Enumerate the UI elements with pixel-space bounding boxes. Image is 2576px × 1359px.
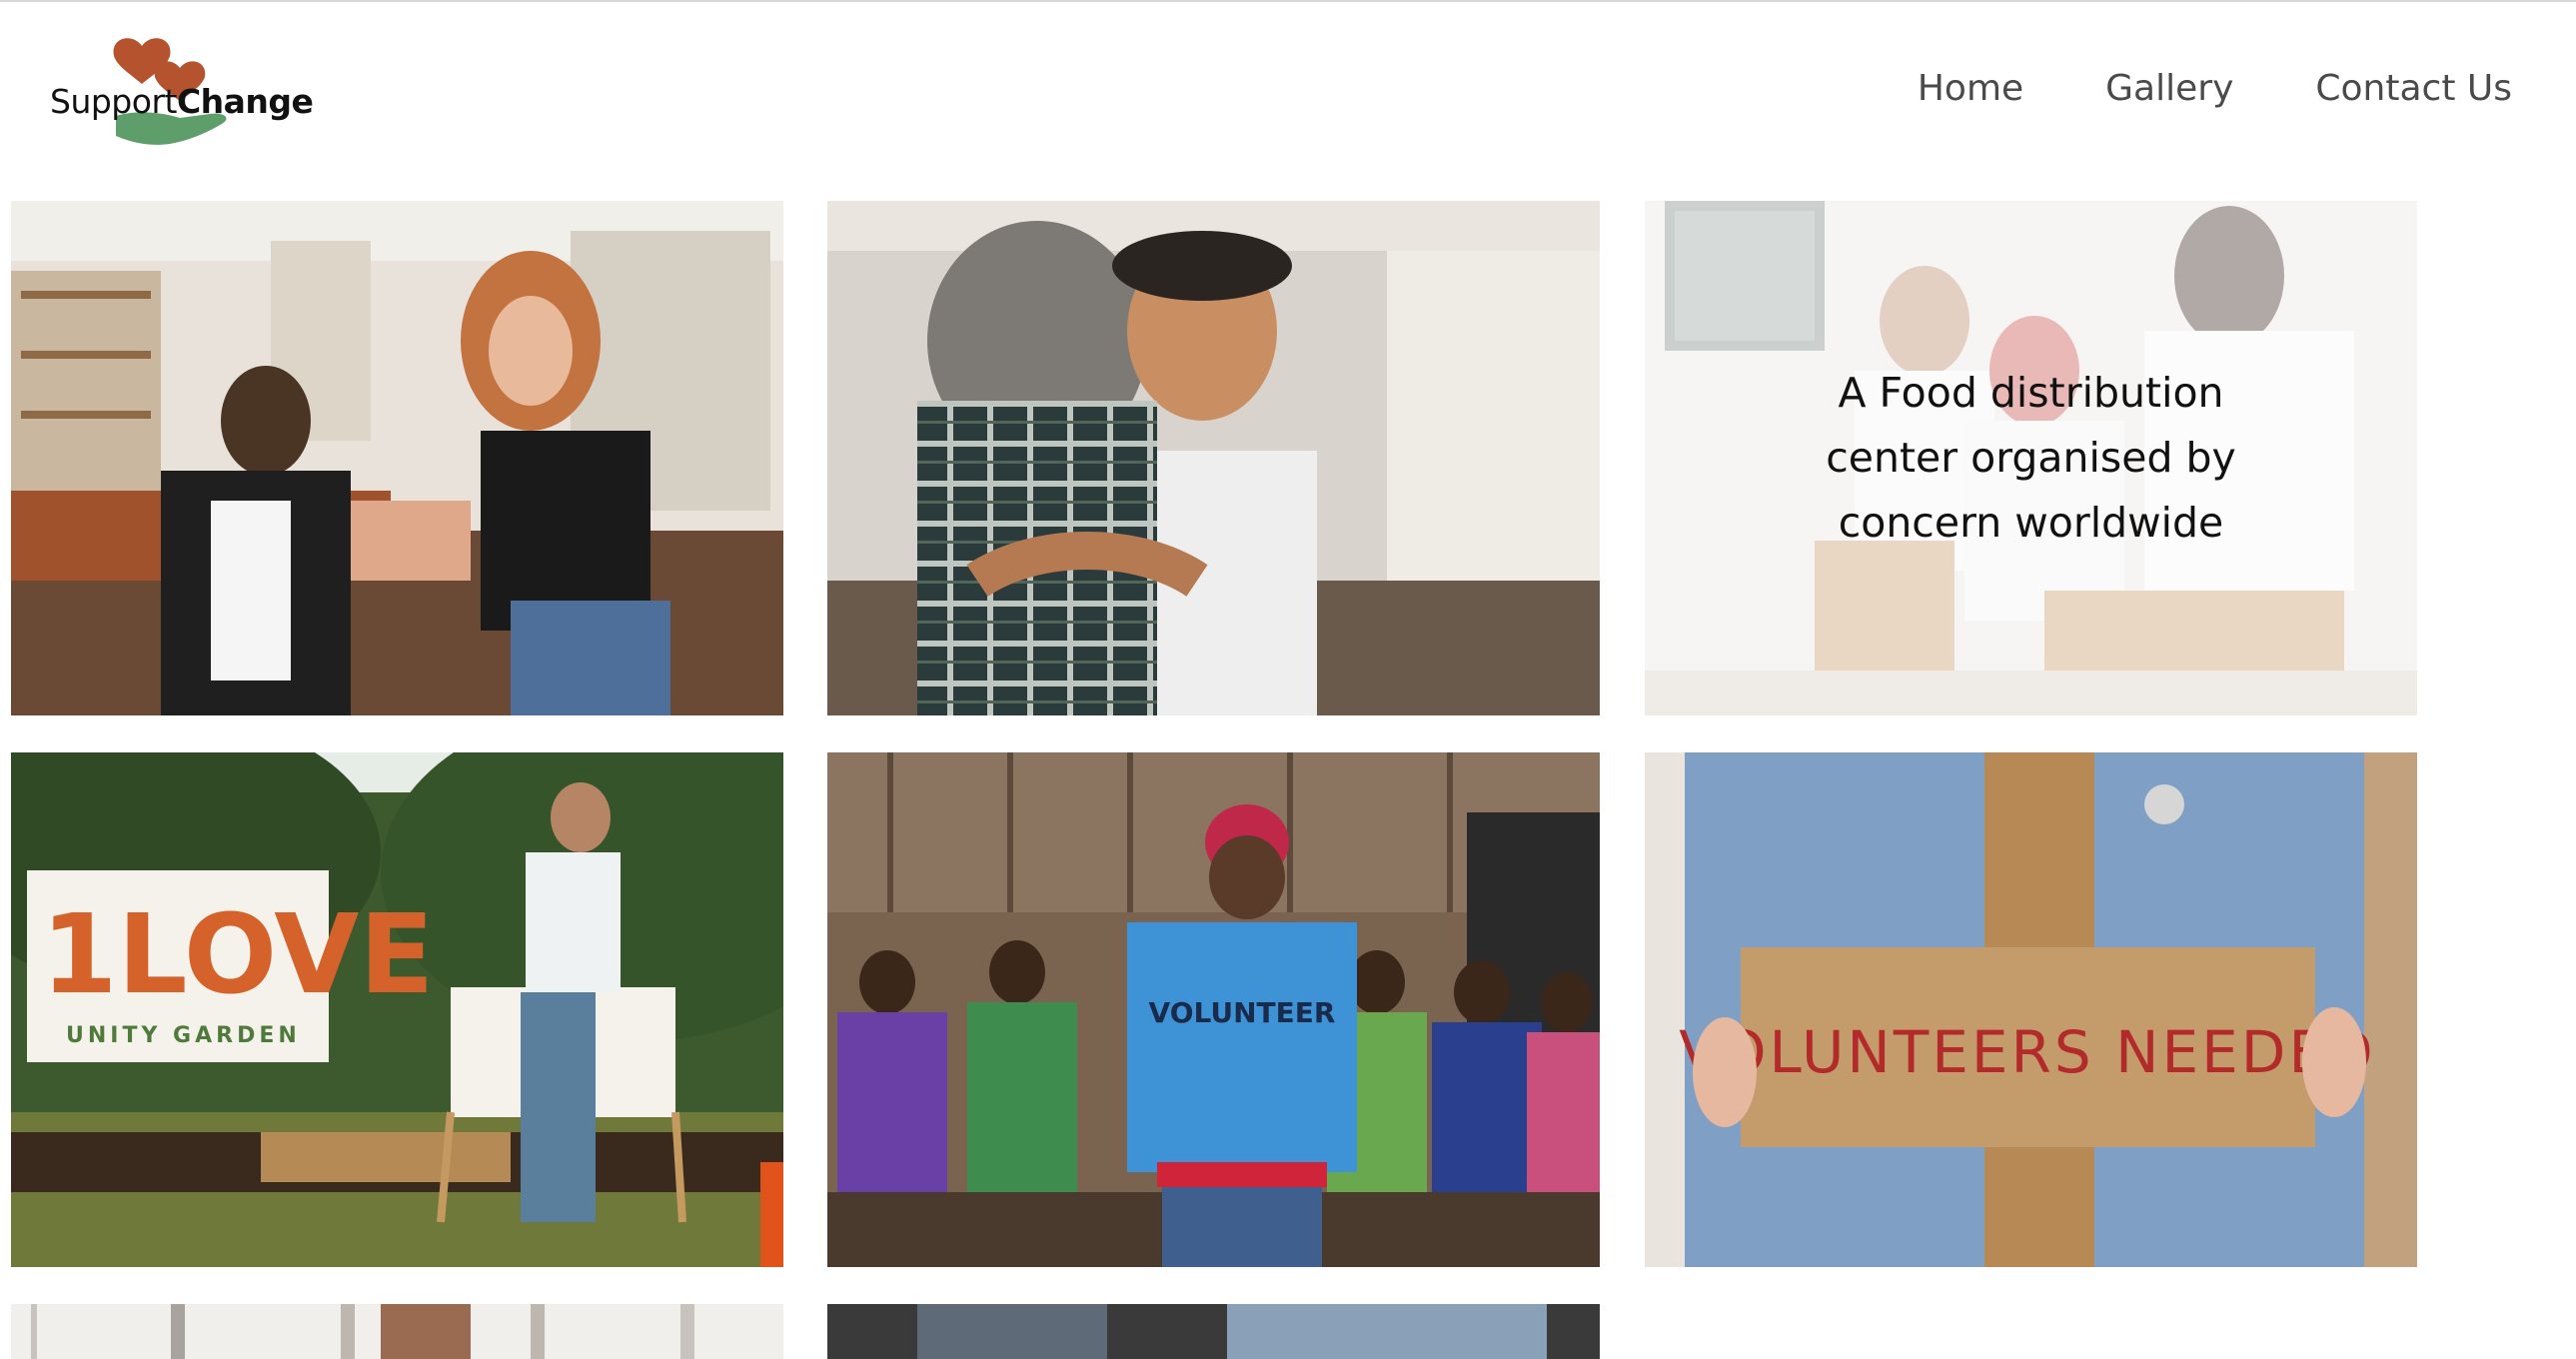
love-sign-text: 1LOVE [41,890,435,1018]
embrace-photo [827,201,1600,715]
gallery-tile-food-distribution[interactable]: A Food distribution center organised by … [1645,201,2417,715]
nav-home[interactable]: Home [1918,68,2023,109]
gallery-tile-market-hug[interactable] [11,201,783,715]
tile-hover-overlay: A Food distribution center organised by … [1645,201,2417,715]
gallery-tile-window-room[interactable] [11,1304,783,1359]
volunteer-shirt-text: VOLUNTEER [1149,996,1336,1029]
tile-caption: A Food distribution center organised by … [1826,369,2236,547]
gallery-tile-unity-garden[interactable]: 1LOVE UNITY GARDEN [11,752,783,1267]
brand-name: SupportChange [50,82,314,121]
gallery-tile-embrace[interactable] [827,201,1600,715]
nav-gallery[interactable]: Gallery [2105,68,2233,109]
window-room-photo [11,1304,783,1359]
gallery-tile-volunteer-children[interactable]: VOLUNTEER [827,752,1600,1267]
brand-name-light: Support [50,82,177,121]
logo[interactable]: SupportChange [46,24,314,164]
volunteer-children-photo: VOLUNTEER [827,752,1600,1267]
market-hug-photo [11,201,783,715]
top-border [0,0,2576,2]
unity-garden-photo: 1LOVE UNITY GARDEN [11,752,783,1267]
love-sign-subtext: UNITY GARDEN [66,1023,301,1048]
dark-portrait-photo [827,1304,1600,1359]
volunteers-needed-photo: VOLUNTEERS NEEDED [1645,752,2417,1267]
main-nav: Home Gallery Contact Us [1918,68,2512,109]
gallery-tile-volunteers-needed[interactable]: VOLUNTEERS NEEDED [1645,752,2417,1267]
nav-contact-us[interactable]: Contact Us [2315,68,2512,109]
gallery-tile-dark-portrait[interactable] [827,1304,1600,1359]
cardboard-sign-text: VOLUNTEERS NEEDED [1679,1018,2376,1086]
brand-name-bold: Change [176,82,314,121]
